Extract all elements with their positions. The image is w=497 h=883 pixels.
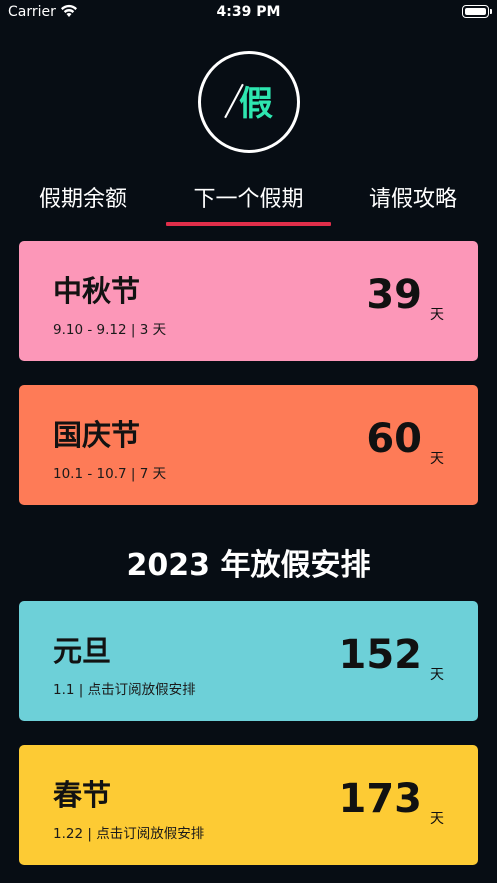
holiday-card-mid-autumn[interactable]: 中秋节 9.10 - 9.12 | 3 天 39 天 — [19, 241, 478, 361]
holiday-card-spring-festival[interactable]: 春节 1.22 | 点击订阅放假安排 173 天 — [19, 745, 478, 865]
app-logo: 假 — [198, 51, 300, 153]
holiday-card-national-day[interactable]: 国庆节 10.1 - 10.7 | 7 天 60 天 — [19, 385, 478, 505]
holiday-dates: 10.1 - 10.7 | 7 天 — [53, 466, 167, 482]
subscribe-hint[interactable]: 1.22 | 点击订阅放假安排 — [53, 825, 204, 843]
days-unit: 天 — [430, 451, 444, 467]
holiday-card-new-year[interactable]: 元旦 1.1 | 点击订阅放假安排 152 天 — [19, 601, 478, 721]
holiday-name: 中秋节 — [53, 274, 141, 308]
holiday-name: 元旦 — [53, 634, 112, 668]
status-bar: Carrier 4:39 PM — [0, 0, 497, 24]
days-remaining: 173 — [338, 776, 423, 822]
clock: 4:39 PM — [216, 4, 281, 20]
tab-bar: 假期余额 下一个假期 请假攻略 — [0, 182, 497, 228]
tab-leave-guide[interactable]: 请假攻略 — [350, 182, 476, 218]
battery-icon — [462, 5, 492, 18]
days-unit: 天 — [430, 307, 444, 323]
days-remaining: 39 — [366, 272, 422, 318]
days-unit: 天 — [430, 811, 444, 827]
tab-balance[interactable]: 假期余额 — [20, 182, 146, 218]
holiday-name: 春节 — [53, 778, 112, 812]
days-remaining: 152 — [338, 632, 423, 678]
active-tab-indicator — [166, 222, 331, 226]
days-remaining: 60 — [366, 416, 422, 462]
section-title: 2023 年放假安排 — [126, 548, 371, 583]
tab-next-holiday[interactable]: 下一个假期 — [166, 182, 331, 218]
subscribe-hint[interactable]: 1.1 | 点击订阅放假安排 — [53, 681, 196, 699]
days-unit: 天 — [430, 667, 444, 683]
holiday-dates: 9.10 - 9.12 | 3 天 — [53, 322, 167, 338]
logo-char: 假 — [239, 84, 273, 124]
holiday-name: 国庆节 — [53, 418, 141, 452]
